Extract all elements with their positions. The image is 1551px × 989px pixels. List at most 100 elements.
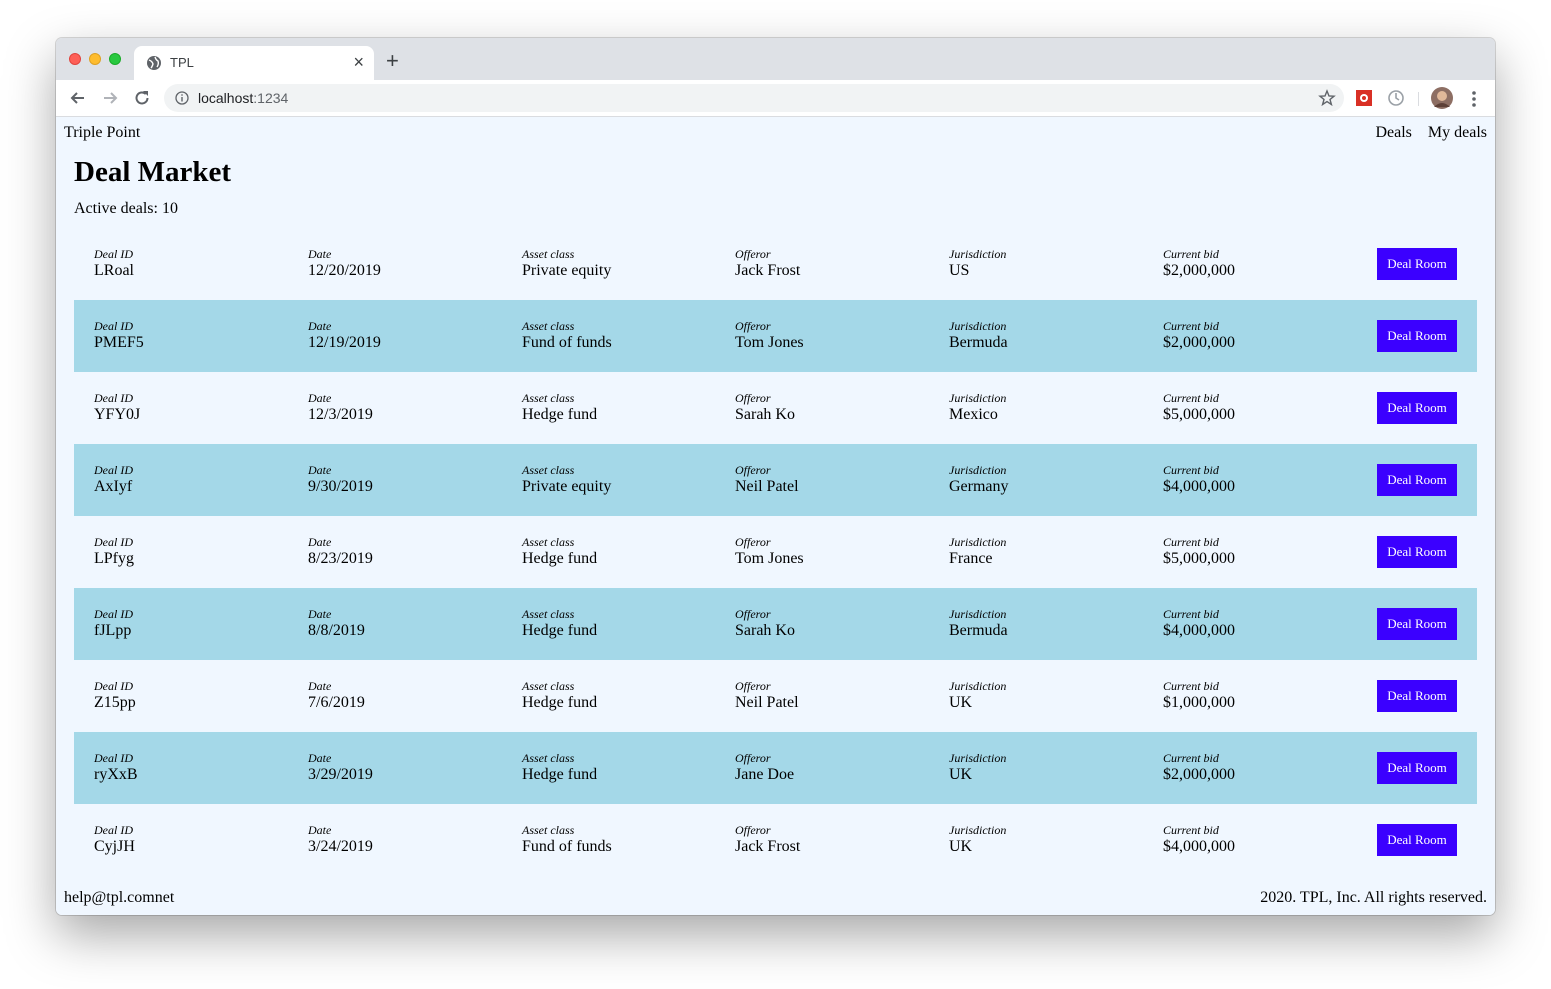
offeror-cell: Offeror Jack Frost [735,823,800,856]
offeror-value: Neil Patel [735,694,799,711]
current-bid-cell: Current bid $1,000,000 [1163,679,1235,712]
tab-close-icon[interactable]: × [353,52,364,72]
current-bid-label: Current bid [1163,751,1219,765]
deal-date-label: Date [308,535,332,549]
deal-date-value: 3/29/2019 [308,766,373,783]
jurisdiction-label: Jurisdiction [949,463,1007,477]
extension-icon[interactable] [1354,88,1374,108]
deal-row: Deal ID ryXxB Date 3/29/2019 Asset class Hedg… [74,732,1477,804]
deal-row: Deal ID Z15pp Date 7/6/2019 Asset class Hedge… [74,660,1477,732]
asset-class-value: Hedge fund [522,694,598,711]
current-bid-value: $1,000,000 [1163,694,1235,711]
jurisdiction-label: Jurisdiction [949,319,1007,333]
deal-row: Deal ID PMEF5 Date 12/19/2019 Asset class Fun… [74,300,1477,372]
current-bid-cell: Current bid $5,000,000 [1163,535,1235,568]
deal-id-value: CyjJH [94,838,135,855]
deal-room-button[interactable]: Deal Room [1377,608,1457,640]
jurisdiction-cell: Jurisdiction UK [949,679,1006,712]
asset-class-cell: Asset class Hedge fund [522,679,597,712]
url-text: localhost:1234 [198,90,289,106]
deal-date-cell: Date 9/30/2019 [308,463,373,496]
offeror-value: Sarah Ko [735,622,795,639]
deal-date-cell: Date 12/3/2019 [308,391,373,424]
forward-arrow-icon[interactable] [100,88,120,108]
more-menu-icon[interactable] [1466,89,1482,109]
deal-room-button[interactable]: Deal Room [1377,824,1457,856]
current-bid-value: $2,000,000 [1163,262,1235,279]
new-tab-button[interactable]: + [386,48,399,74]
maximize-window-button[interactable] [109,53,121,65]
jurisdiction-label: Jurisdiction [949,607,1007,621]
deal-id-label: Deal ID [94,391,133,405]
deal-row: Deal ID LRoal Date 12/20/2019 Asset class Pri… [74,228,1477,300]
deal-id-value: fJLpp [94,622,132,639]
footer-email[interactable]: help@tpl.comnet [64,889,174,907]
tab-strip: TPL × + [56,38,1495,80]
deal-date-value: 9/30/2019 [308,478,373,495]
jurisdiction-cell: Jurisdiction Bermuda [949,319,1008,352]
deal-date-label: Date [308,463,332,477]
brand-link[interactable]: Triple Point [64,124,140,142]
deal-room-button[interactable]: Deal Room [1377,248,1457,280]
asset-class-label: Asset class [522,463,575,477]
asset-class-cell: Asset class Fund of funds [522,823,612,856]
deal-id-cell: Deal ID YFY0J [94,391,140,424]
deal-id-cell: Deal ID Z15pp [94,679,136,712]
deal-date-label: Date [308,751,332,765]
address-bar[interactable]: localhost:1234 [164,84,1344,112]
asset-class-cell: Asset class Fund of funds [522,319,612,352]
reload-icon[interactable] [132,88,152,108]
offeror-cell: Offeror Jack Frost [735,247,800,280]
deal-room-button[interactable]: Deal Room [1377,392,1457,424]
back-arrow-icon[interactable] [68,88,88,108]
offeror-value: Jack Frost [735,838,801,855]
deal-room-button[interactable]: Deal Room [1377,536,1457,568]
deal-id-cell: Deal ID PMEF5 [94,319,144,352]
offeror-cell: Offeror Jane Doe [735,751,794,784]
offeror-value: Sarah Ko [735,406,795,423]
nav-deals-link[interactable]: Deals [1375,124,1411,142]
current-bid-label: Current bid [1163,319,1219,333]
jurisdiction-label: Jurisdiction [949,751,1007,765]
info-icon[interactable] [175,91,189,105]
jurisdiction-label: Jurisdiction [949,247,1007,261]
deal-date-value: 12/20/2019 [308,262,381,279]
bookmark-star-icon[interactable] [1318,89,1336,107]
deal-list: Deal ID LRoal Date 12/20/2019 Asset class Pri… [74,228,1477,876]
current-bid-value: $5,000,000 [1163,550,1235,567]
asset-class-label: Asset class [522,679,575,693]
minimize-window-button[interactable] [89,53,101,65]
current-bid-cell: Current bid $4,000,000 [1163,607,1235,640]
deal-id-cell: Deal ID LRoal [94,247,134,280]
deal-date-cell: Date 12/20/2019 [308,247,381,280]
page-title: Deal Market [74,156,232,188]
extension-timer-icon[interactable] [1386,88,1406,108]
deal-room-button[interactable]: Deal Room [1377,464,1457,496]
offeror-cell: Offeror Tom Jones [735,535,804,568]
offeror-label: Offeror [735,607,771,621]
current-bid-cell: Current bid $4,000,000 [1163,823,1235,856]
deal-id-label: Deal ID [94,319,133,333]
profile-avatar[interactable] [1431,87,1453,109]
deal-row: Deal ID fJLpp Date 8/8/2019 Asset class Hedge… [74,588,1477,660]
jurisdiction-label: Jurisdiction [949,391,1007,405]
deal-room-button[interactable]: Deal Room [1377,680,1457,712]
deal-id-value: ryXxB [94,766,138,783]
jurisdiction-value: France [949,550,993,567]
offeror-cell: Offeror Neil Patel [735,463,799,496]
close-window-button[interactable] [69,53,81,65]
asset-class-cell: Asset class Hedge fund [522,535,597,568]
jurisdiction-cell: Jurisdiction UK [949,823,1006,856]
browser-tab[interactable]: TPL × [134,46,374,80]
asset-class-value: Fund of funds [522,334,612,351]
jurisdiction-cell: Jurisdiction Mexico [949,391,1006,424]
deal-room-button[interactable]: Deal Room [1377,752,1457,784]
deal-id-value: YFY0J [94,406,141,423]
offeror-value: Jack Frost [735,262,801,279]
deal-id-label: Deal ID [94,679,133,693]
deal-room-button[interactable]: Deal Room [1377,320,1457,352]
jurisdiction-cell: Jurisdiction US [949,247,1006,280]
current-bid-value: $2,000,000 [1163,766,1235,783]
nav-my-deals-link[interactable]: My deals [1428,124,1487,142]
jurisdiction-value: UK [949,838,973,855]
